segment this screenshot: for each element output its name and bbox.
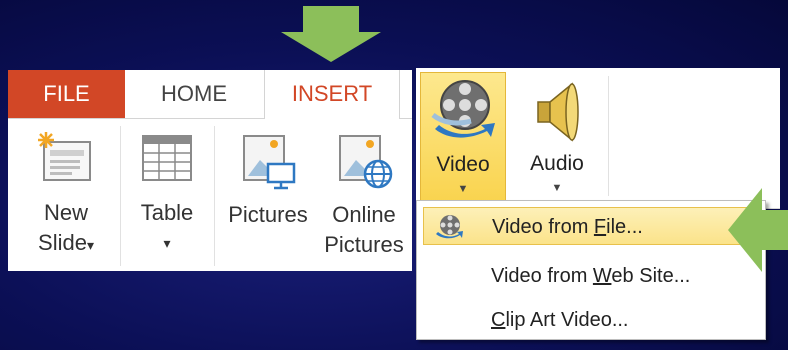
separator	[120, 126, 121, 266]
menu-item-clip-art-video[interactable]: Clip Art Video...	[423, 301, 759, 339]
audio-label: Audio	[530, 152, 584, 175]
table-icon	[142, 135, 192, 181]
menu-item-label: Clip Art Video...	[491, 309, 629, 331]
speaker-icon	[537, 82, 579, 142]
menu-item-video-from-file[interactable]: Video from File...	[423, 207, 759, 245]
tab-insert[interactable]: INSERT	[264, 70, 400, 119]
arrow-left-icon	[728, 188, 788, 272]
online-pictures-button[interactable]: Online Pictures	[316, 130, 412, 268]
ribbon-left: FILE HOME INSERT New Slide▾ Table ▾ Pict…	[8, 70, 412, 271]
new-slide-button[interactable]: New Slide▾	[18, 130, 114, 268]
menu-item-label: Video from File...	[492, 216, 643, 238]
online-pictures-label-1: Online	[332, 202, 396, 227]
separator	[608, 76, 609, 196]
pictures-icon	[243, 135, 296, 190]
video-button[interactable]: Video ▼	[420, 72, 506, 206]
video-label: Video	[436, 153, 490, 176]
new-slide-icon	[38, 132, 91, 181]
video-dropdown-menu: Video from File... Video from Web Site..…	[416, 200, 766, 340]
pictures-label: Pictures	[228, 202, 308, 227]
film-reel-icon	[436, 215, 463, 239]
new-slide-label-2: Slide▾	[38, 230, 94, 255]
menu-item-label: Video from Web Site...	[491, 265, 691, 287]
table-label: Table	[140, 200, 194, 225]
pictures-button[interactable]: Pictures	[220, 130, 316, 268]
ribbon-right: Video ▼ Audio ▼	[416, 68, 780, 209]
chevron-down-icon: ▾	[163, 235, 171, 251]
audio-button[interactable]: Audio ▼	[512, 72, 602, 206]
chevron-down-icon: ▼	[551, 182, 563, 194]
table-button[interactable]: Table ▾	[124, 130, 210, 268]
ribbon-tabs: FILE HOME INSERT	[8, 70, 412, 119]
separator	[214, 126, 215, 266]
menu-item-video-from-web-site[interactable]: Video from Web Site...	[423, 257, 759, 295]
new-slide-label-1: New	[43, 200, 88, 225]
tab-file[interactable]: FILE	[8, 70, 125, 118]
online-pictures-label-2: Pictures	[324, 232, 404, 257]
tab-home[interactable]: HOME	[125, 70, 263, 118]
film-reel-icon	[431, 80, 495, 138]
arrow-down-icon	[281, 6, 381, 62]
chevron-down-icon: ▼	[457, 183, 469, 195]
chevron-down-icon: ▾	[86, 237, 94, 253]
online-pictures-icon	[339, 135, 393, 189]
